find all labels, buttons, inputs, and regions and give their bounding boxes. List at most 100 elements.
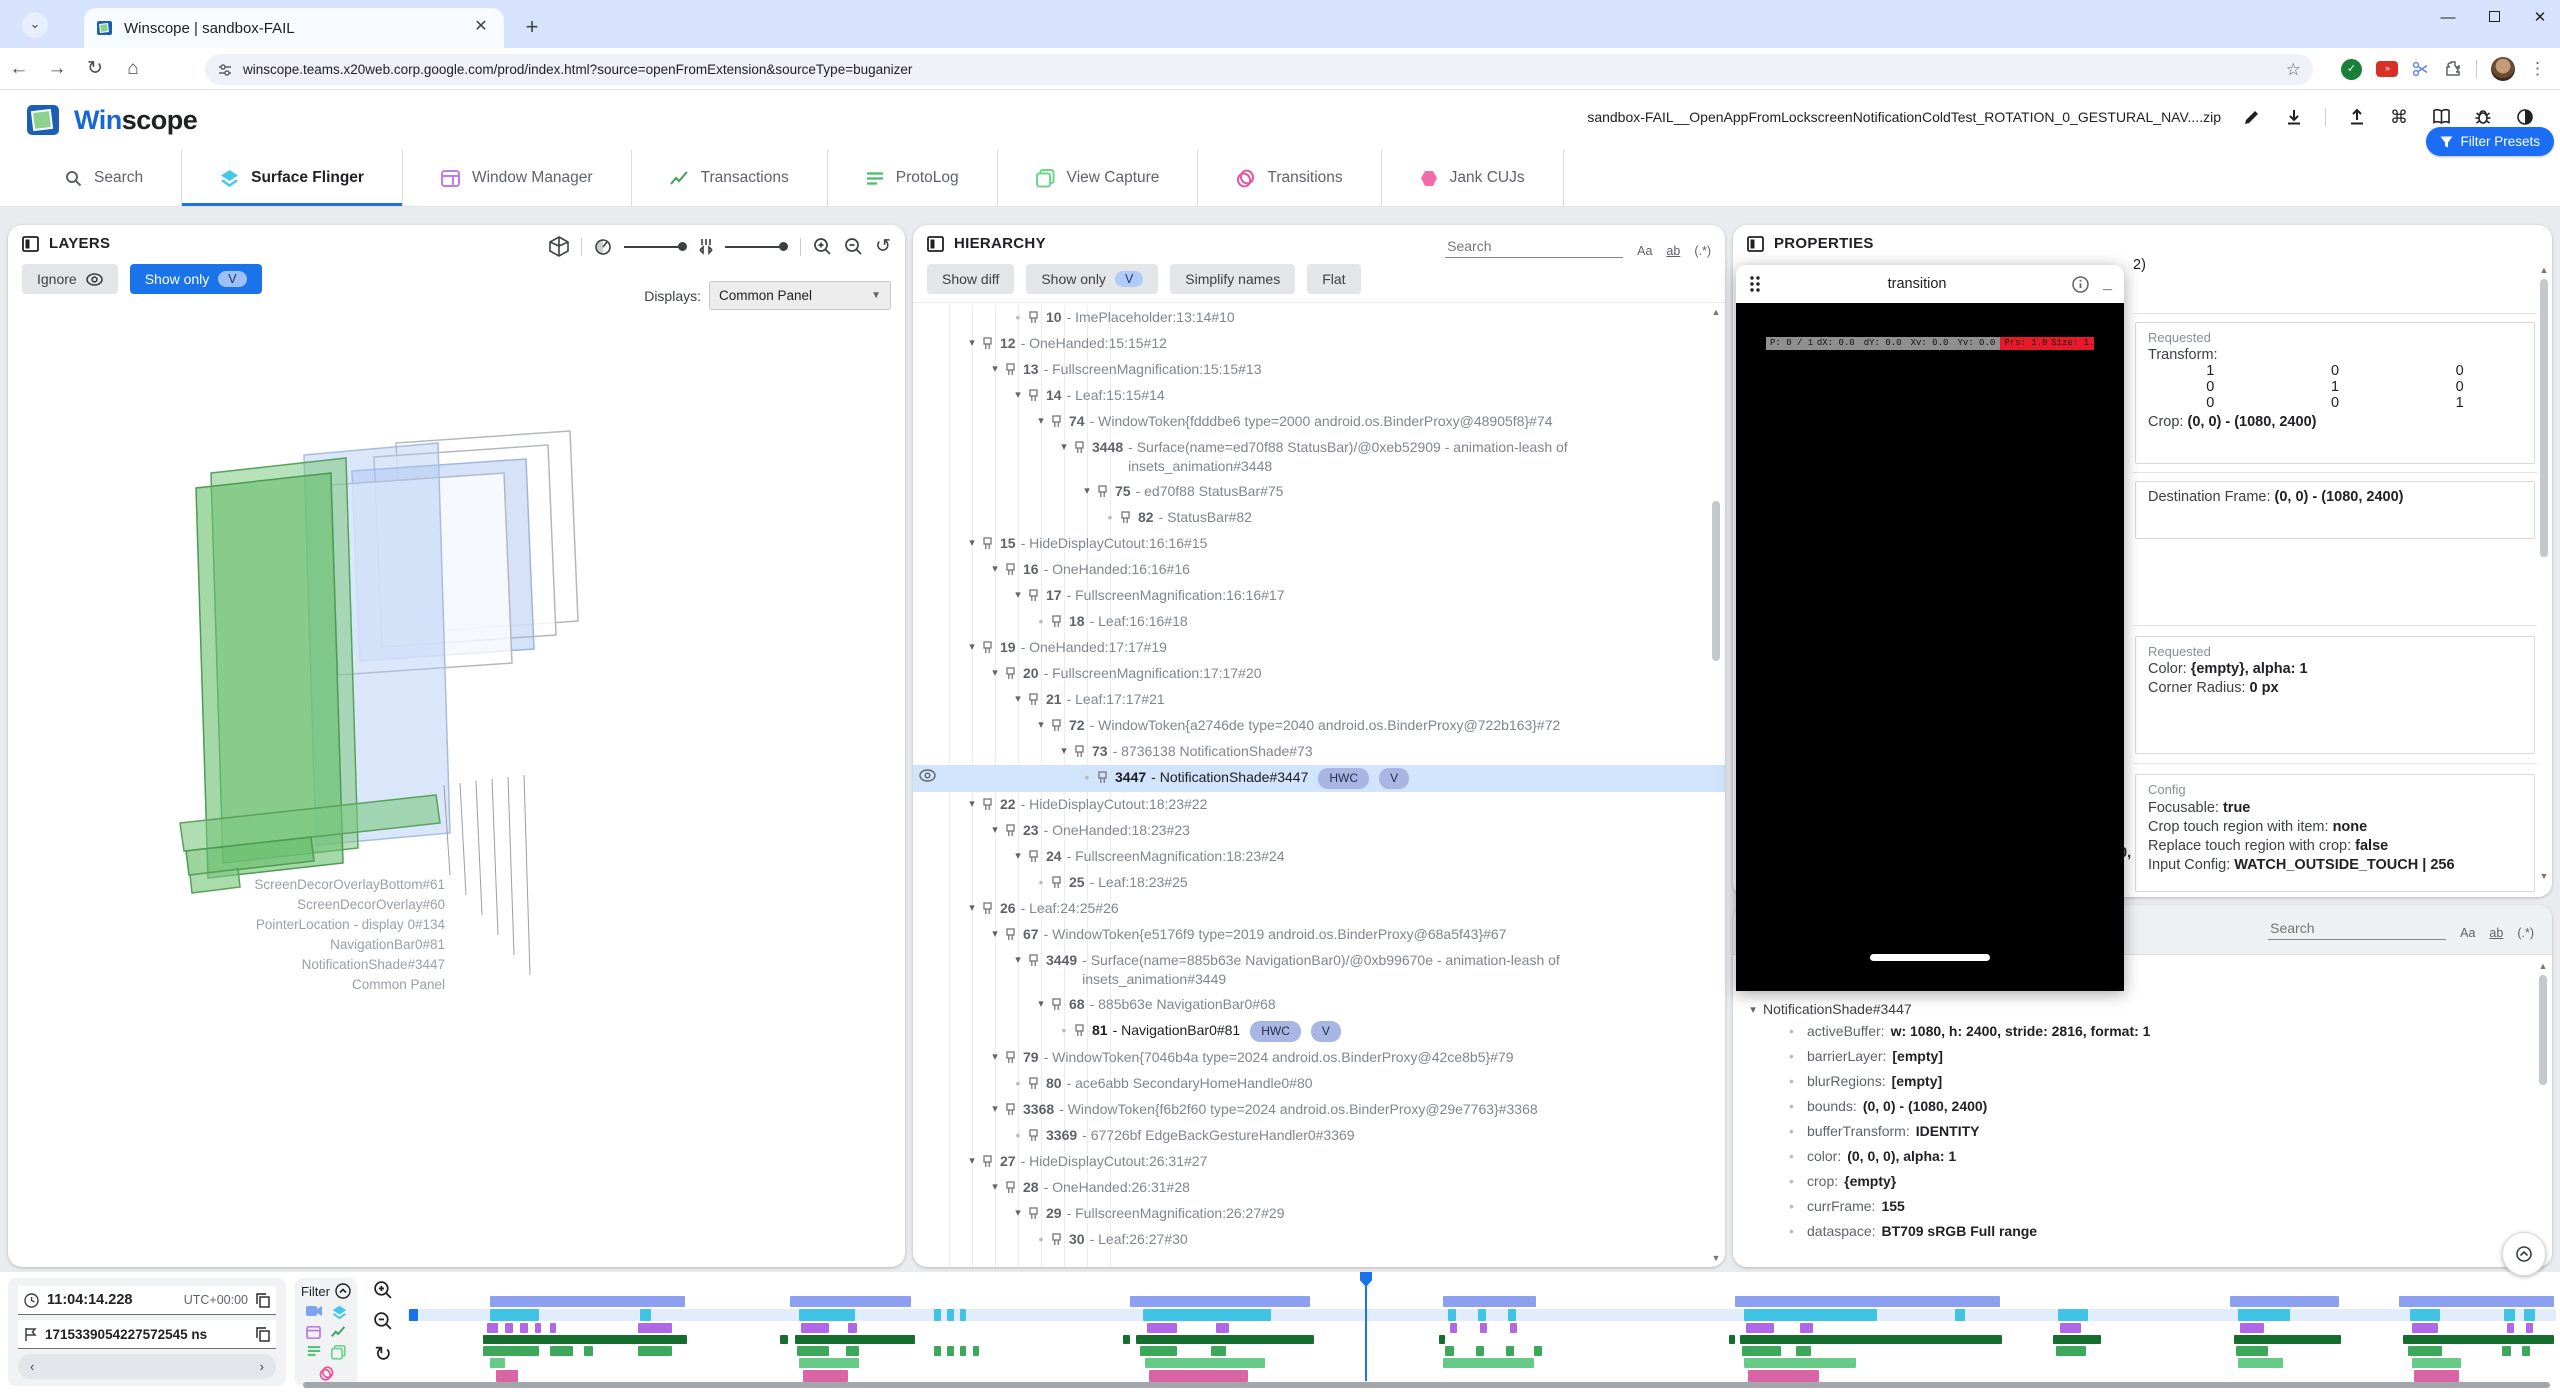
browser-tab[interactable]: Winscope | sandbox-FAIL ✕ <box>84 8 504 48</box>
timeline-block-protolog[interactable] <box>2056 1346 2086 1356</box>
timeline-block-surface-flinger[interactable] <box>960 1309 966 1321</box>
timeline-zoom-out-icon[interactable] <box>373 1311 393 1331</box>
scroll-to-top-button[interactable] <box>2502 1232 2546 1276</box>
expander-icon[interactable]: ▾ <box>985 560 1005 579</box>
timeline-block-surface-flinger[interactable] <box>1744 1309 1877 1321</box>
expander-icon[interactable]: ▾ <box>962 795 982 814</box>
timeline-block-window-manager[interactable] <box>1450 1323 1458 1333</box>
hierarchy-row[interactable]: • 80 - ace6abb SecondaryHomeHandle0#80 <box>913 1071 1725 1097</box>
layer-spacing-icon[interactable] <box>699 238 713 256</box>
site-settings-icon[interactable] <box>217 62 233 78</box>
timeline-block-window-manager[interactable] <box>1480 1323 1488 1333</box>
zoom-out-icon[interactable] <box>844 237 863 256</box>
human-time-field[interactable]: 11:04:14.228 UTC+00:00 <box>18 1286 276 1315</box>
timeline-block-screen-recording[interactable] <box>790 1296 910 1307</box>
layer-label[interactable]: NavigationBar0#81 <box>330 937 445 952</box>
hierarchy-row[interactable]: ▾ 73 - 8736138 NotificationShade#73 <box>913 739 1725 765</box>
timeline-block-window-manager[interactable] <box>505 1323 514 1333</box>
download-icon[interactable] <box>2283 106 2305 128</box>
timeline-block-protolog[interactable] <box>846 1346 859 1356</box>
timeline-block-surface-flinger[interactable] <box>1478 1309 1487 1321</box>
properties-tree-root[interactable]: ▾ NotificationShade#3447 <box>1733 999 2552 1019</box>
timeline-block-protolog[interactable] <box>1445 1346 1454 1356</box>
hierarchy-row[interactable]: ▾ 79 - WindowToken{7046b4a type=2024 and… <box>913 1045 1725 1071</box>
match-word-icon[interactable]: ab <box>2489 926 2503 940</box>
pin-icon[interactable] <box>982 641 996 654</box>
timeline-block-screen-recording[interactable] <box>2230 1296 2340 1307</box>
new-tab-button[interactable]: + <box>518 14 546 42</box>
zoom-in-icon[interactable] <box>813 237 832 256</box>
pin-icon[interactable] <box>1074 745 1088 758</box>
timeline-block-view-capture[interactable] <box>1443 1358 1533 1368</box>
expander-icon[interactable]: ▾ <box>985 360 1005 379</box>
expander-icon[interactable]: ▾ <box>1031 412 1051 431</box>
properties-scrollbar[interactable] <box>2540 279 2548 557</box>
timeline-block-screen-recording[interactable] <box>490 1296 685 1307</box>
hierarchy-row[interactable]: ▾ 24 - FullscreenMagnification:18:23#24 <box>913 844 1725 870</box>
timeline-block-transactions[interactable] <box>1729 1335 1735 1344</box>
scroll-down-icon[interactable]: ▼ <box>1711 1253 1721 1263</box>
collapse-panel-icon[interactable] <box>927 236 944 252</box>
expander-icon[interactable]: ▾ <box>985 925 1005 944</box>
hierarchy-row[interactable]: • 30 - Leaf:26:27#30 <box>913 1227 1725 1253</box>
timeline-block-protolog[interactable] <box>2522 1346 2531 1356</box>
transactions-filter-icon[interactable] <box>331 1326 346 1338</box>
pin-icon[interactable] <box>1028 1207 1042 1220</box>
timeline-block-window-manager[interactable] <box>1746 1323 1774 1333</box>
hierarchy-row[interactable]: ▾ 26 - Leaf:24:25#26 <box>913 896 1725 922</box>
hierarchy-row[interactable]: ▾ 3448 - Surface(name=ed70f88 StatusBar)… <box>913 435 1725 479</box>
upload-icon[interactable] <box>2346 106 2368 128</box>
pin-icon[interactable] <box>982 337 996 350</box>
expander-icon[interactable]: ▾ <box>1031 716 1051 735</box>
copy-icon[interactable] <box>256 1293 270 1308</box>
hierarchy-row[interactable]: • 3447 - NotificationShade#3447 HWC V <box>913 765 1725 792</box>
timeline-block-transitions[interactable] <box>1748 1370 1819 1382</box>
timeline-block-transactions[interactable] <box>2053 1335 2100 1344</box>
expander-icon[interactable]: ▾ <box>985 1100 1005 1119</box>
properties-tree-scrollbar[interactable] <box>2539 975 2547 1085</box>
pin-icon[interactable] <box>1051 1233 1065 1246</box>
timeline-block-window-manager[interactable] <box>2060 1323 2081 1333</box>
flat-chip[interactable]: Flat <box>1307 264 1360 294</box>
hierarchy-row[interactable]: ▾ 23 - OneHanded:18:23#23 <box>913 818 1725 844</box>
hierarchy-row[interactable]: • 81 - NavigationBar0#81 HWC V <box>913 1018 1725 1045</box>
expander-icon[interactable]: ▾ <box>962 638 982 657</box>
expander-icon[interactable]: ▾ <box>1054 742 1074 761</box>
timeline-block-window-manager[interactable] <box>2507 1323 2515 1333</box>
filter-presets-button[interactable]: Filter Presets <box>2426 127 2554 156</box>
hierarchy-row[interactable]: ▾ 72 - WindowToken{a2746de type=2040 and… <box>913 713 1725 739</box>
bookmark-star-icon[interactable]: ☆ <box>2286 60 2301 80</box>
timeline-block-window-manager[interactable] <box>801 1323 829 1333</box>
visibility-eye-icon[interactable] <box>919 769 936 782</box>
timeline-block-screen-recording[interactable] <box>1443 1296 1535 1307</box>
simplify-names-chip[interactable]: Simplify names <box>1170 264 1295 294</box>
timeline-block-window-manager[interactable] <box>520 1323 529 1333</box>
hierarchy-row[interactable]: • 3369 - 67726bf EdgeBackGestureHandler0… <box>913 1123 1725 1149</box>
reset-view-icon[interactable]: ↺ <box>875 235 891 258</box>
timeline-block-surface-flinger[interactable] <box>1955 1309 1966 1321</box>
timeline-block-protolog[interactable] <box>2502 1346 2511 1356</box>
timeline-block-transitions[interactable] <box>1149 1370 1248 1382</box>
timeline-block-window-manager[interactable] <box>2240 1323 2264 1333</box>
collapse-panel-icon[interactable] <box>22 236 39 252</box>
expander-icon[interactable]: • <box>1031 612 1051 631</box>
timeline-block-surface-flinger[interactable] <box>934 1309 940 1321</box>
pin-icon[interactable] <box>1051 876 1065 889</box>
timeline-block-screen-recording[interactable] <box>1130 1296 1310 1307</box>
timeline-block-protolog[interactable] <box>2236 1346 2268 1356</box>
expander-icon[interactable]: ▾ <box>962 534 982 553</box>
match-case-icon[interactable]: Aa <box>1637 244 1652 258</box>
properties-search-input[interactable] <box>2268 917 2446 940</box>
timeline-block-window-manager[interactable] <box>550 1323 556 1333</box>
timeline-block-screen-recording[interactable] <box>1735 1296 1999 1307</box>
expander-icon[interactable]: ▾ <box>962 334 982 353</box>
window-minimize-icon[interactable]: — <box>2438 9 2458 26</box>
property-row[interactable]: • dataspace: BT709 sRGB Full range <box>1733 1219 2552 1244</box>
3d-view-cube-icon[interactable] <box>549 236 569 257</box>
expander-icon[interactable]: ▾ <box>1008 690 1028 709</box>
timeline-block-transitions[interactable] <box>496 1370 517 1382</box>
hierarchy-row[interactable]: ▾ 27 - HideDisplayCutout:26:31#27 <box>913 1149 1725 1175</box>
regex-icon[interactable]: (.*) <box>1694 244 1711 258</box>
property-row[interactable]: • currFrame: 155 <box>1733 1194 2552 1219</box>
timeline-block-window-manager[interactable] <box>1216 1323 1229 1333</box>
